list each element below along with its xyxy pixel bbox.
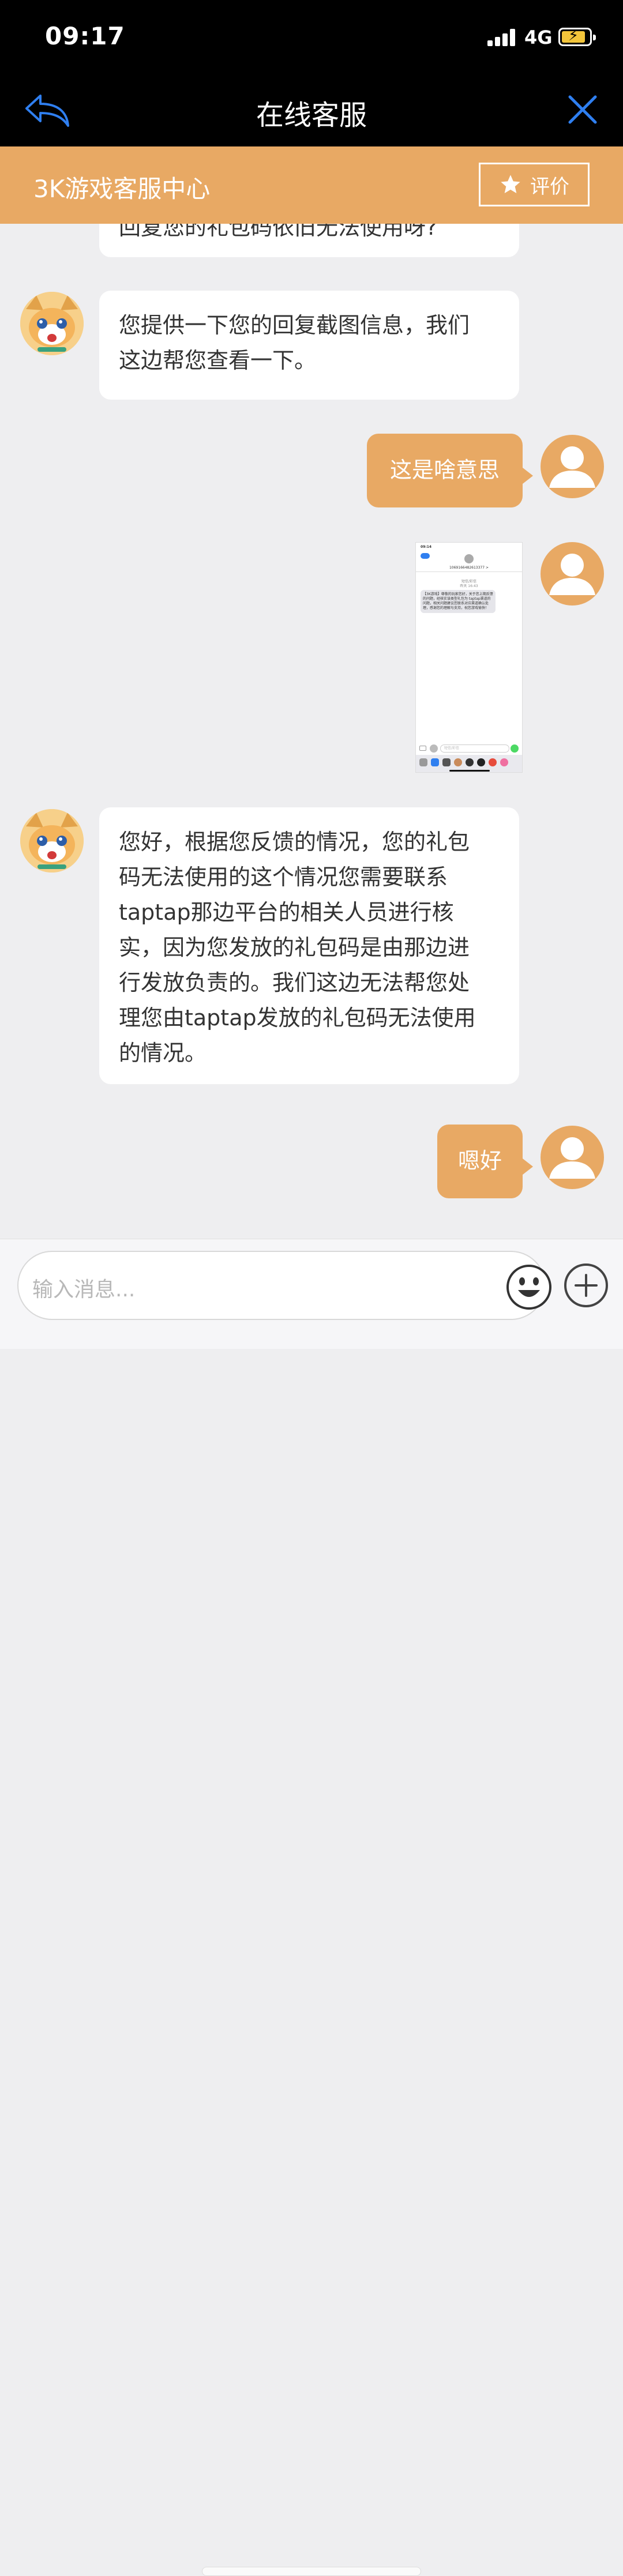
thumb-send-icon: [511, 744, 519, 753]
user-avatar: [541, 1126, 604, 1189]
message-bubble-agent: 您好，根据您反馈的情况，您的礼包 码无法使用的这个情况您需要联系 taptap那…: [99, 807, 519, 1084]
message-bubble-agent: 回复您的礼包码依旧无法使用呀?: [99, 224, 519, 257]
status-time: 09:17: [45, 22, 125, 50]
thumb-contact-icon: [464, 554, 474, 563]
message-line: 的情况。: [119, 1040, 207, 1066]
plus-icon[interactable]: [563, 1262, 609, 1308]
message-line: 您好，根据您反馈的情况，您的礼包: [119, 829, 470, 855]
nav-bar: 在线客服: [0, 75, 623, 146]
thumb-time: 09:14: [421, 545, 432, 549]
rate-button[interactable]: 评价: [479, 163, 590, 206]
home-indicator: [202, 2567, 421, 2576]
message-line: 这边帮您查看一下。: [119, 348, 317, 373]
message-text: 这是啥意思: [389, 457, 500, 483]
service-header: 3K游戏客服中心 评价: [0, 146, 623, 224]
agent-avatar: [20, 292, 84, 355]
input-bar: 输入消息...: [0, 1239, 623, 2576]
thumb-appstore-icon: [430, 744, 438, 753]
message-text: 回复您的礼包码依旧无法使用呀?: [119, 224, 438, 240]
thumb-input: 短信/彩信: [440, 744, 509, 753]
service-title: 3K游戏客服中心: [33, 175, 211, 203]
battery-icon: ⚡: [558, 27, 596, 46]
status-bar: 09:17 4G ⚡: [0, 0, 623, 75]
thumb-sender: 1069166482613377 >: [449, 566, 489, 570]
image-message[interactable]: 09:14 1069166482613377 > 短信/彩信 昨天 16:43 …: [415, 542, 523, 773]
message-input[interactable]: 输入消息...: [17, 1251, 551, 1320]
message-line: 实，因为您发放的礼包码是由那边进: [119, 935, 470, 960]
message-line: 码无法使用的这个情况您需要联系: [119, 864, 448, 890]
message-bubble-user: 这是啥意思: [367, 434, 533, 507]
thumb-meta-time: 昨天 16:43: [460, 584, 478, 588]
rate-label: 评价: [530, 175, 569, 198]
close-icon[interactable]: [565, 92, 600, 127]
message-line: taptap那边平台的相关人员进行核: [119, 900, 454, 925]
input-placeholder: 输入消息...: [32, 1278, 136, 1302]
thumb-app-tray: [416, 755, 522, 772]
message-line: 理您由taptap发放的礼包码无法使用: [119, 1005, 476, 1031]
message-line: 您提供一下您的回复截图信息，我们: [119, 313, 470, 338]
message-bubble-agent: 您提供一下您的回复截图信息，我们 这边帮您查看一下。: [99, 291, 519, 400]
chat-list[interactable]: 回复您的礼包码依旧无法使用呀? 您提供一下您的回复截图信息，我们 这边帮您查看一…: [0, 224, 623, 1239]
user-avatar: [541, 542, 604, 606]
message-line: 行发放负责的。我们这边无法帮您处: [119, 970, 470, 995]
agent-avatar: [20, 809, 84, 873]
user-avatar: [541, 435, 604, 498]
page-title: 在线客服: [256, 99, 367, 131]
thumb-back-icon: [421, 553, 430, 559]
thumb-sms-text: 【3K游戏】尊敬的玩家您好，关于您上期反馈的问题，经核实该类型礼包为 tapta…: [421, 590, 496, 613]
message-text: 嗯好: [457, 1148, 502, 1174]
star-icon: [501, 175, 520, 193]
signal-icon: [487, 29, 517, 46]
thumb-camera-icon: [419, 746, 426, 751]
message-bubble-user: 嗯好: [437, 1125, 533, 1198]
emoji-icon[interactable]: [505, 1263, 553, 1311]
network-type: 4G: [524, 27, 553, 48]
